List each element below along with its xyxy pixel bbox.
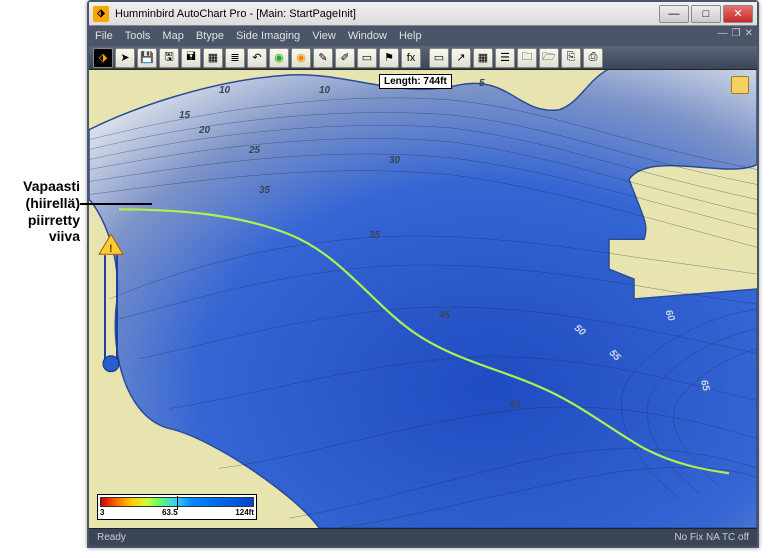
toolbar-arrow-icon[interactable]: ➤ [115,48,135,68]
annotation-text-3: piirretty [28,212,80,228]
toolbar-table-icon[interactable]: ▦ [203,48,223,68]
close-button[interactable]: ✕ [723,5,753,23]
annotation-leader-line [80,203,152,205]
toolbar-stack-icon[interactable]: ☰ [495,48,515,68]
length-readout: Length: 744ft [379,74,452,89]
status-right: No Fix NA TC off [674,532,749,543]
menubar: File Tools Map Btype Side Imaging View W… [89,26,757,46]
depth-label: 30 [389,155,400,166]
toolbar-folder-icon[interactable]: 🗀 [517,48,537,68]
window-title: Humminbird AutoChart Pro - [Main: StartP… [115,8,659,20]
toolbar-saveas-icon[interactable]: 🖬 [181,48,201,68]
toolbar-disk-icon[interactable]: 💾 [137,48,157,68]
status-left: Ready [97,532,126,543]
mdi-close-icon[interactable]: ✕ [745,28,753,39]
bathymetry-svg: ! [89,70,757,528]
titlebar[interactable]: ⬗ Humminbird AutoChart Pro - [Main: Star… [89,2,757,26]
app-window: ⬗ Humminbird AutoChart Pro - [Main: Star… [87,0,759,548]
annotation-text-1: Vapaasti [23,178,80,194]
color-legend: 3 63.5 124ft [97,494,257,520]
menu-view[interactable]: View [312,30,336,42]
map-canvas[interactable]: ! 5 10 10 15 20 25 30 35 35 40 45 50 55 … [89,70,757,528]
mdi-restore-icon[interactable]: ❐ [732,28,741,39]
toolbar-home-icon[interactable]: ⬗ [93,48,113,68]
app-icon: ⬗ [93,6,109,22]
toolbar-flag-orange-icon[interactable]: ◉ [291,48,311,68]
annotation-text-4: viiva [49,228,80,244]
depth-label: 10 [219,85,230,96]
toolbar-undo-icon[interactable]: ↶ [247,48,267,68]
annotation-text-2: (hiirellä) [26,195,80,211]
toolbar-print-icon[interactable]: ⎙ [583,48,603,68]
menu-tools[interactable]: Tools [125,30,151,42]
legend-max: 124ft [235,508,254,517]
legend-min: 3 [100,508,104,517]
toolbar-pointer-icon[interactable]: ▭ [357,48,377,68]
toolbar-flag-green-icon[interactable]: ◉ [269,48,289,68]
depth-label: 40 [509,400,520,411]
toolbar-tool2-icon[interactable]: ✐ [335,48,355,68]
callout-annotation: Vapaasti (hiirellä) piirretty viiva [0,178,80,245]
statusbar: Ready No Fix NA TC off [89,528,757,546]
depth-label: 10 [319,85,330,96]
toolbar-list-icon[interactable]: ≣ [225,48,245,68]
menu-window[interactable]: Window [348,30,387,42]
svg-text:!: ! [109,243,113,255]
window-buttons: — □ ✕ [659,5,753,23]
menu-file[interactable]: File [95,30,113,42]
toolbar-grid-icon[interactable]: ▦ [473,48,493,68]
menu-help[interactable]: Help [399,30,422,42]
depth-label: 25 [249,145,260,156]
depth-label: 5 [479,78,485,89]
legend-gradient [100,497,254,507]
menu-btype[interactable]: Btype [196,30,224,42]
legend-mid-marker [177,496,178,510]
menu-side-imaging[interactable]: Side Imaging [236,30,300,42]
minimize-button[interactable]: — [659,5,689,23]
toolbar-tool-icon[interactable]: ✎ [313,48,333,68]
toolbar-save-icon[interactable]: 🖫 [159,48,179,68]
depth-label: 15 [179,110,190,121]
maximize-button[interactable]: □ [691,5,721,23]
toolbar: ⬗ ➤ 💾 🖫 🖬 ▦ ≣ ↶ ◉ ◉ ✎ ✐ ▭ ⚑ fx ▭ ↗ ▦ ☰ 🗀… [89,46,757,70]
water-body [89,70,757,528]
toolbar-copy-icon[interactable]: ⎘ [561,48,581,68]
depth-label: 20 [199,125,210,136]
toolbar-flag-icon[interactable]: ⚑ [379,48,399,68]
depth-label: 35 [259,185,270,196]
legend-mid: 63.5 [162,508,178,517]
toolbar-arrow2-icon[interactable]: ↗ [451,48,471,68]
layer-toggle-icon[interactable] [731,76,749,94]
toolbar-page-icon[interactable]: ▭ [429,48,449,68]
menu-map[interactable]: Map [162,30,183,42]
mdi-minimize-icon[interactable]: — [718,28,728,39]
toolbar-folder2-icon[interactable]: 🗁 [539,48,559,68]
toolbar-fx-icon[interactable]: fx [401,48,421,68]
depth-label: 35 [369,230,380,241]
depth-label: 45 [439,310,450,321]
mdi-window-buttons: — ❐ ✕ [718,28,753,39]
